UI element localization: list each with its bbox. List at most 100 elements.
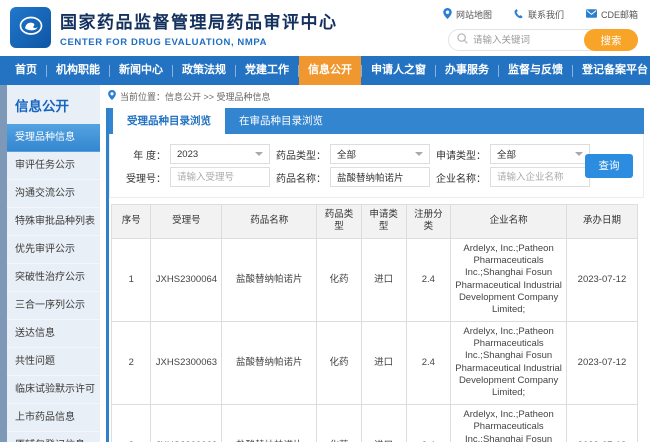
year-value: 2023 bbox=[177, 149, 198, 160]
mail-icon bbox=[586, 9, 597, 20]
column-header: 申请类型 bbox=[361, 205, 406, 239]
nav-item[interactable]: 办事服务 bbox=[436, 56, 498, 85]
column-header: 药品类型 bbox=[317, 205, 362, 239]
column-header: 企业名称 bbox=[451, 205, 567, 239]
results-table: 序号受理号药品名称药品类型申请类型注册分类企业名称承办日期 1JXHS23000… bbox=[111, 204, 638, 442]
swan-logo-icon bbox=[16, 10, 46, 45]
sidebar-item[interactable]: 临床试验默示许可 bbox=[7, 376, 100, 404]
cde-logo bbox=[10, 7, 51, 48]
sidebar-item[interactable]: 上市药品信息 bbox=[7, 404, 100, 432]
main-content: 当前位置：信息公开 >> 受理品种信息 受理品种目录浏览 在审品种目录浏览 年 … bbox=[106, 85, 644, 442]
chevron-down-icon bbox=[575, 152, 583, 156]
cell-drug-name: 盐酸替纳帕诺片 bbox=[222, 404, 317, 442]
cell-reg-class: 2.4 bbox=[406, 321, 451, 404]
cell-date: 2023-07-12 bbox=[566, 238, 637, 321]
apply-type-filter: 申请类型： 全部 bbox=[434, 144, 590, 164]
breadcrumb-text: 当前位置：信息公开 >> 受理品种信息 bbox=[120, 90, 271, 103]
drug-type-value: 全部 bbox=[337, 147, 356, 161]
search-bar: 搜索 bbox=[448, 29, 638, 51]
drug-type-select[interactable]: 全部 bbox=[330, 144, 430, 164]
sidebar-item[interactable]: 共性问题 bbox=[7, 348, 100, 376]
sidebar-title: 信息公开 bbox=[7, 85, 100, 124]
chevron-down-icon bbox=[415, 152, 423, 156]
site-subtitle: CENTER FOR DRUG EVALUATION, NMPA bbox=[60, 37, 338, 48]
company-input[interactable] bbox=[490, 167, 590, 187]
cell-drug-type: 化药 bbox=[317, 404, 362, 442]
cell-no: 2 bbox=[112, 321, 151, 404]
quick-links: 网站地图 联系我们 CDE邮箱 bbox=[443, 8, 638, 21]
accept-no-input[interactable] bbox=[170, 167, 270, 187]
contact-link[interactable]: 联系我们 bbox=[514, 8, 564, 21]
cell-accept-no: JXHS2300064 bbox=[151, 238, 222, 321]
nav-item[interactable]: 首页 bbox=[6, 56, 46, 85]
nav-item[interactable]: 新闻中心 bbox=[110, 56, 172, 85]
search-button[interactable]: 搜索 bbox=[584, 29, 638, 51]
cell-drug-type: 化药 bbox=[317, 238, 362, 321]
contact-label: 联系我们 bbox=[528, 8, 564, 21]
sidebar-item[interactable]: 审评任务公示 bbox=[7, 152, 100, 180]
nav-item[interactable]: 机构职能 bbox=[47, 56, 109, 85]
cell-reg-class: 2.4 bbox=[406, 238, 451, 321]
cell-drug-type: 化药 bbox=[317, 321, 362, 404]
filter-panel: 年 度： 2023 药品类型： 全部 申请类 bbox=[109, 134, 644, 198]
sitemap-link[interactable]: 网站地图 bbox=[443, 8, 492, 21]
table-header: 序号受理号药品名称药品类型申请类型注册分类企业名称承办日期 bbox=[112, 205, 638, 239]
company-filter: 企业名称： bbox=[434, 167, 590, 187]
column-header: 受理号 bbox=[151, 205, 222, 239]
sidebar-item[interactable]: 优先审评公示 bbox=[7, 236, 100, 264]
sidebar-item[interactable]: 三合一序列公示 bbox=[7, 292, 100, 320]
sidebar-item[interactable]: 原辅包登记信息 bbox=[7, 432, 100, 442]
table-body: 1JXHS2300064盐酸替纳帕诺片化药进口2.4Ardelyx, Inc.;… bbox=[112, 238, 638, 442]
cell-company: Ardelyx, Inc.;Patheon Pharmaceuticals In… bbox=[451, 404, 567, 442]
query-button[interactable]: 查询 bbox=[585, 154, 633, 178]
chevron-down-icon bbox=[255, 152, 263, 156]
cell-date: 2023-07-12 bbox=[566, 321, 637, 404]
cell-no: 3 bbox=[112, 404, 151, 442]
drug-name-label: 药品名称： bbox=[274, 170, 326, 185]
mailbox-label: CDE邮箱 bbox=[601, 8, 638, 21]
location-pin-icon bbox=[443, 8, 452, 21]
search-icon bbox=[457, 31, 468, 49]
breadcrumb-pin-icon bbox=[108, 90, 116, 102]
site-title: 国家药品监督管理局药品审评中心 bbox=[60, 8, 338, 33]
tab-under-review-catalog[interactable]: 在审品种目录浏览 bbox=[225, 108, 337, 134]
drug-type-label: 药品类型： bbox=[274, 147, 326, 162]
company-label: 企业名称： bbox=[434, 170, 486, 185]
page: 国家药品监督管理局药品审评中心 CENTER FOR DRUG EVALUATI… bbox=[0, 0, 650, 442]
column-header: 药品名称 bbox=[222, 205, 317, 239]
nav-item[interactable]: 监督与反馈 bbox=[499, 56, 572, 85]
nav-item[interactable]: 政策法规 bbox=[173, 56, 235, 85]
nav-item[interactable]: 登记备案平台 bbox=[573, 56, 650, 85]
phone-icon bbox=[514, 9, 524, 21]
nav-item[interactable]: 党建工作 bbox=[236, 56, 298, 85]
content-panel: 受理品种目录浏览 在审品种目录浏览 年 度： 2023 药品类型： bbox=[106, 108, 644, 442]
sidebar-menu: 受理品种信息审评任务公示沟通交流公示特殊审批品种列表优先审评公示突破性治疗公示三… bbox=[7, 124, 100, 442]
nav-item[interactable]: 申请人之窗 bbox=[362, 56, 435, 85]
table-row: 3JXHS2300062盐酸替纳帕诺片化药进口2.4Ardelyx, Inc.;… bbox=[112, 404, 638, 442]
sidebar-item[interactable]: 特殊审批品种列表 bbox=[7, 208, 100, 236]
column-header: 承办日期 bbox=[566, 205, 637, 239]
sidebar-item[interactable]: 沟通交流公示 bbox=[7, 180, 100, 208]
cell-apply-type: 进口 bbox=[361, 321, 406, 404]
search-input[interactable] bbox=[468, 34, 584, 47]
year-filter: 年 度： 2023 bbox=[114, 144, 270, 164]
tab-accepted-catalog[interactable]: 受理品种目录浏览 bbox=[113, 108, 225, 134]
brand: 国家药品监督管理局药品审评中心 CENTER FOR DRUG EVALUATI… bbox=[60, 8, 338, 48]
column-header: 序号 bbox=[112, 205, 151, 239]
sidebar-item[interactable]: 送达信息 bbox=[7, 320, 100, 348]
sidebar-item[interactable]: 受理品种信息 bbox=[7, 124, 100, 152]
tab-bar: 受理品种目录浏览 在审品种目录浏览 bbox=[109, 108, 644, 134]
sidebar-item[interactable]: 突破性治疗公示 bbox=[7, 264, 100, 292]
table-row: 2JXHS2300063盐酸替纳帕诺片化药进口2.4Ardelyx, Inc.;… bbox=[112, 321, 638, 404]
drug-name-input[interactable] bbox=[330, 167, 430, 187]
sidebar: 信息公开 受理品种信息审评任务公示沟通交流公示特殊审批品种列表优先审评公示突破性… bbox=[0, 85, 100, 442]
filter-row-2: 受理号： 药品名称： 企业名称： bbox=[114, 167, 583, 187]
apply-type-select[interactable]: 全部 bbox=[490, 144, 590, 164]
mailbox-link[interactable]: CDE邮箱 bbox=[586, 8, 638, 21]
nav-item[interactable]: 信息公开 bbox=[299, 56, 361, 85]
cell-date: 2023-07-12 bbox=[566, 404, 637, 442]
apply-type-value: 全部 bbox=[497, 147, 516, 161]
drug-type-filter: 药品类型： 全部 bbox=[274, 144, 430, 164]
cell-company: Ardelyx, Inc.;Patheon Pharmaceuticals In… bbox=[451, 238, 567, 321]
year-select[interactable]: 2023 bbox=[170, 144, 270, 164]
